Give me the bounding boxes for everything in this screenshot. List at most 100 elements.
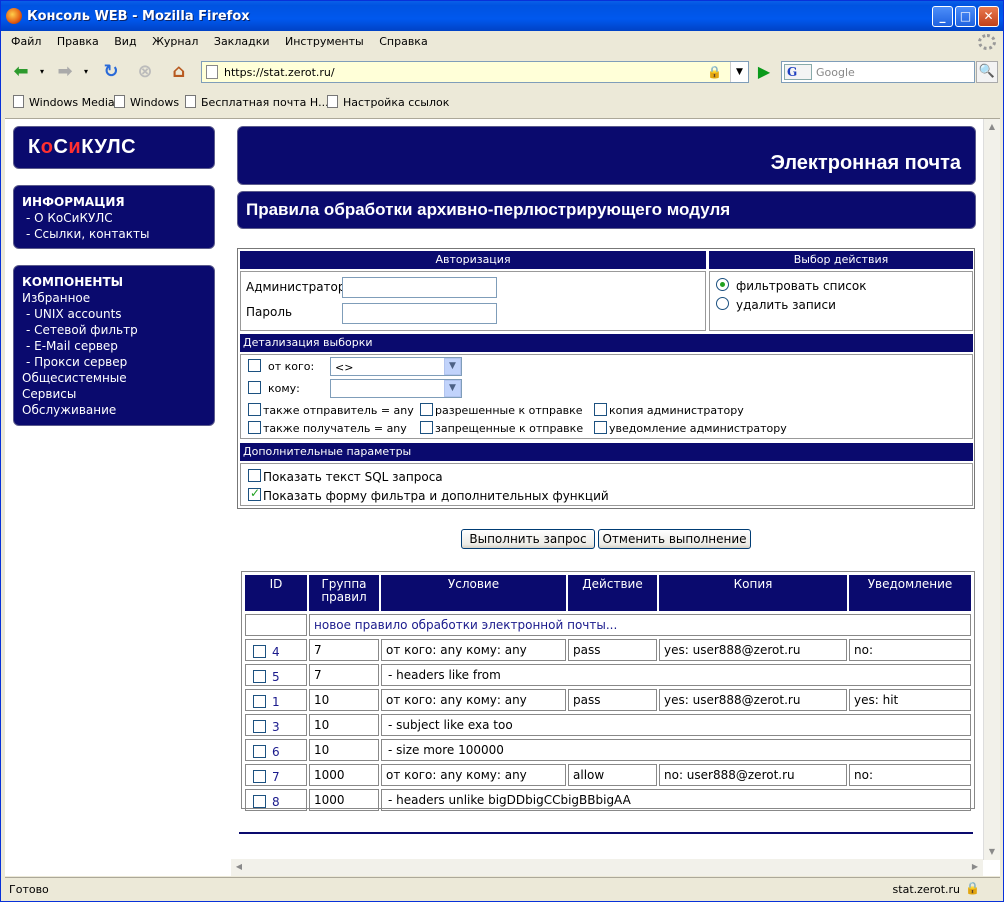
- scroll-up-icon[interactable]: ▲: [984, 119, 1000, 135]
- also-sender-checkbox[interactable]: [248, 403, 261, 416]
- reload-icon[interactable]: ↻: [99, 60, 123, 84]
- forward-dropdown-icon[interactable]: ▾: [81, 60, 91, 84]
- to-select[interactable]: ▼: [330, 379, 462, 398]
- site-logo[interactable]: КоСиКУЛС: [28, 136, 136, 159]
- table-row-group: 10: [309, 689, 379, 711]
- home-icon[interactable]: ⌂: [167, 60, 191, 84]
- rule-id-link[interactable]: 5: [272, 670, 280, 684]
- page-title: Правила обработки архивно-перлюстрирующе…: [246, 200, 731, 219]
- sidebar-item-system[interactable]: Общесистемные: [22, 370, 214, 386]
- lock-icon[interactable]: 🔒: [965, 881, 980, 895]
- table-row-group: 7: [309, 664, 379, 686]
- auth-header: Авторизация: [240, 251, 706, 269]
- url-text: https://stat.zerot.ru/: [224, 66, 335, 79]
- menu-file[interactable]: Файл: [5, 32, 47, 48]
- execute-button[interactable]: Выполнить запрос: [461, 529, 595, 549]
- close-button[interactable]: ✕: [978, 6, 999, 27]
- sidebar-item-email[interactable]: - E-Mail сервер: [22, 338, 214, 354]
- allowed-checkbox[interactable]: [420, 403, 433, 416]
- row-checkbox[interactable]: [253, 645, 266, 658]
- cancel-button[interactable]: Отменить выполнение: [598, 529, 751, 549]
- row-checkbox[interactable]: [253, 745, 266, 758]
- menu-tools[interactable]: Инструменты: [279, 32, 370, 48]
- rule-id-link[interactable]: 7: [272, 770, 280, 784]
- filter-form: Авторизация Выбор действия Администратор…: [237, 248, 975, 509]
- col-header-notify: Уведомление: [849, 575, 971, 611]
- sidebar-item-unix[interactable]: - UNIX accounts: [22, 306, 214, 322]
- table-row-action: pass: [568, 639, 657, 661]
- menu-edit[interactable]: Правка: [51, 32, 105, 48]
- row-checkbox[interactable]: [253, 670, 266, 683]
- password-input[interactable]: [342, 303, 497, 324]
- sidebar-item-links[interactable]: - Ссылки, контакты: [22, 226, 214, 242]
- show-filter-checkbox[interactable]: [248, 486, 261, 501]
- filter-radio[interactable]: [716, 278, 729, 291]
- go-icon[interactable]: ▶: [754, 62, 774, 82]
- copy-admin-checkbox[interactable]: [594, 403, 607, 416]
- bookmark-item[interactable]: Настройка ссылок: [327, 95, 449, 109]
- url-bar[interactable]: https://stat.zerot.ru/ 🔒 ▼: [201, 61, 749, 83]
- horizontal-scrollbar[interactable]: ◀ ▶: [231, 859, 983, 876]
- to-checkbox[interactable]: [248, 381, 261, 394]
- search-engine-icon[interactable]: G: [784, 64, 812, 80]
- page-icon: [13, 95, 24, 108]
- allowed-label: разрешенные к отправке: [435, 404, 583, 417]
- menu-view[interactable]: Вид: [108, 32, 142, 48]
- minimize-button[interactable]: _: [932, 6, 953, 27]
- components-title: КОМПОНЕНТЫ: [22, 275, 124, 289]
- forbidden-checkbox[interactable]: [420, 421, 433, 434]
- logo-box: КоСиКУЛС: [13, 126, 215, 169]
- bookmark-item[interactable]: Windows: [114, 95, 179, 109]
- sidebar-item-services[interactable]: Сервисы: [22, 386, 214, 402]
- rule-id-link[interactable]: 6: [272, 745, 280, 759]
- row-checkbox[interactable]: [253, 770, 266, 783]
- search-icon[interactable]: 🔍: [976, 61, 998, 83]
- password-label: Пароль: [246, 305, 293, 319]
- row-checkbox[interactable]: [253, 695, 266, 708]
- rule-id-link[interactable]: 3: [272, 720, 280, 734]
- url-dropdown-icon[interactable]: ▼: [730, 62, 748, 82]
- bookmarks-toolbar: Windows Media Windows Бесплатная почта Н…: [5, 91, 1000, 115]
- bookmark-label: Windows Media: [29, 96, 115, 109]
- sidebar-item-proxy[interactable]: - Прокси сервер: [22, 354, 214, 370]
- notify-admin-checkbox[interactable]: [594, 421, 607, 434]
- action-header: Выбор действия: [709, 251, 973, 269]
- back-dropdown-icon[interactable]: ▾: [37, 60, 47, 84]
- scroll-left-icon[interactable]: ◀: [231, 859, 247, 875]
- also-recipient-checkbox[interactable]: [248, 421, 261, 434]
- new-rule-link[interactable]: новое правило обработки электронной почт…: [309, 614, 971, 636]
- rule-id-link[interactable]: 1: [272, 695, 280, 709]
- rule-id-link[interactable]: 4: [272, 645, 280, 659]
- row-checkbox[interactable]: [253, 720, 266, 733]
- logo-part: и: [68, 136, 82, 158]
- menu-bookmarks[interactable]: Закладки: [208, 32, 276, 48]
- row-checkbox[interactable]: [253, 795, 266, 808]
- rule-id-link[interactable]: 8: [272, 795, 280, 809]
- from-checkbox[interactable]: [248, 359, 261, 372]
- sidebar-item-about[interactable]: - О КоСиКУЛС: [22, 210, 214, 226]
- show-sql-checkbox[interactable]: [248, 469, 261, 482]
- bookmark-item[interactable]: Бесплатная почта Н...: [185, 95, 329, 109]
- scroll-down-icon[interactable]: ▼: [984, 844, 1000, 860]
- maximize-button[interactable]: □: [955, 6, 976, 27]
- info-title: ИНФОРМАЦИЯ: [22, 195, 125, 209]
- lock-icon[interactable]: 🔒: [707, 65, 722, 79]
- vertical-scrollbar[interactable]: ▲ ▼: [983, 119, 1000, 860]
- stop-icon[interactable]: ⊗: [133, 60, 157, 84]
- forward-icon[interactable]: ➡: [53, 60, 77, 84]
- table-row-copy: yes: user888@zerot.ru: [659, 689, 847, 711]
- menu-help[interactable]: Справка: [373, 32, 433, 48]
- sidebar-item-favorites[interactable]: Избранное: [22, 290, 214, 306]
- sidebar-item-maintenance[interactable]: Обслуживание: [22, 402, 214, 418]
- search-input[interactable]: G Google: [781, 61, 975, 83]
- from-select[interactable]: <> ▼: [330, 357, 462, 376]
- delete-radio[interactable]: [716, 297, 729, 310]
- menu-history[interactable]: Журнал: [146, 32, 204, 48]
- bookmark-item[interactable]: Windows Media: [13, 95, 115, 109]
- admin-input[interactable]: [342, 277, 497, 298]
- back-icon[interactable]: ⬅: [9, 60, 33, 84]
- sidebar-item-netfilter[interactable]: - Сетевой фильтр: [22, 322, 214, 338]
- scroll-right-icon[interactable]: ▶: [967, 859, 983, 875]
- page-content: КоСиКУЛС ИНФОРМАЦИЯ - О КоСиКУЛС - Ссылк…: [5, 118, 1000, 876]
- forbidden-label: запрещенные к отправке: [435, 422, 584, 435]
